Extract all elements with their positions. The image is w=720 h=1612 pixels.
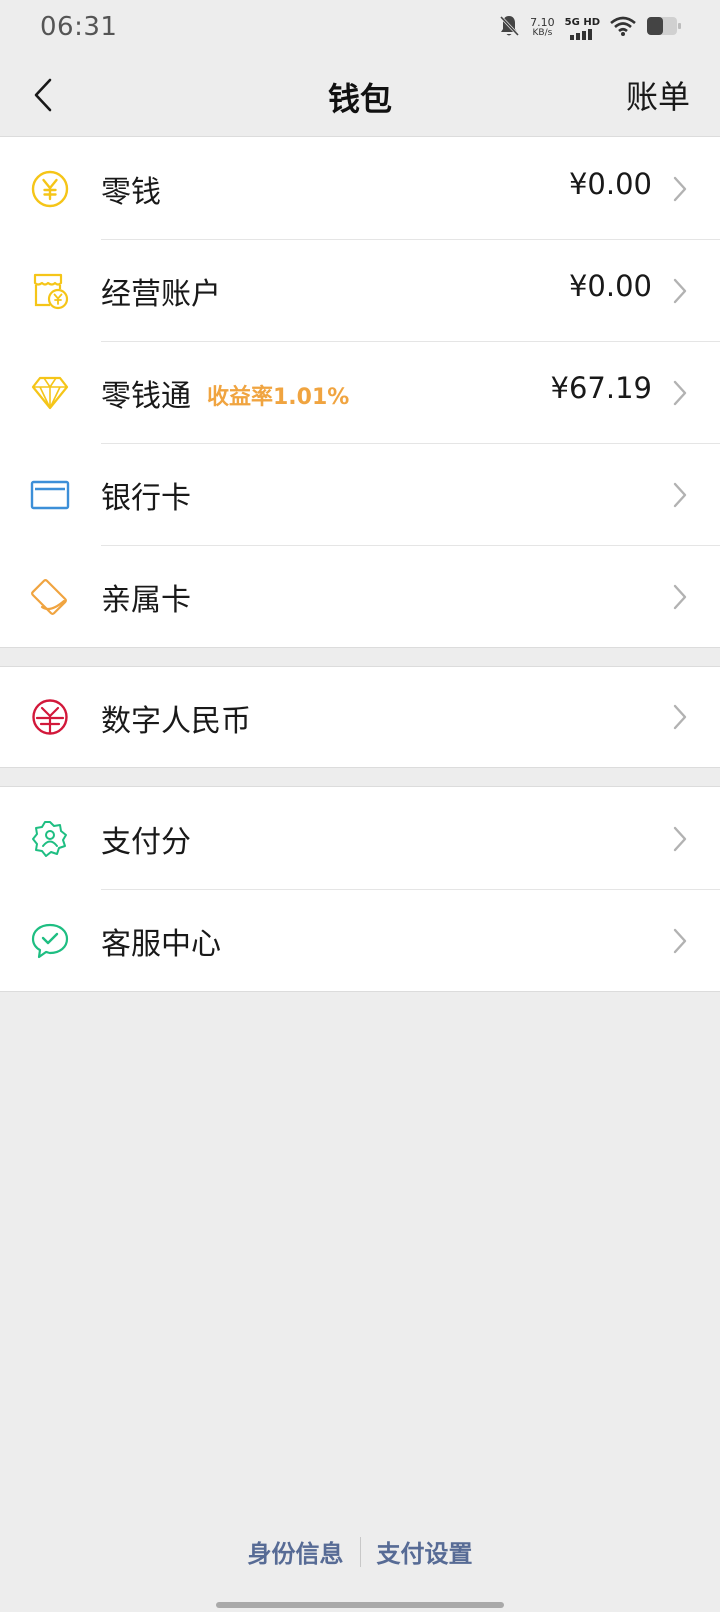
bell-muted-icon xyxy=(498,14,520,42)
service-item-label: 支付分 xyxy=(101,825,191,860)
net-speed-unit: KB/s xyxy=(532,28,553,38)
status-time: 06:31 xyxy=(40,12,118,42)
chevron-right-icon xyxy=(673,826,687,852)
wallet-item-lingqiantong[interactable]: 零钱通 收益率1.01% ¥67.19 xyxy=(0,341,720,443)
payment-settings-link[interactable]: 支付设置 xyxy=(361,1534,489,1569)
wallet-item-label: 银行卡 xyxy=(101,481,191,516)
shop-account-icon xyxy=(30,271,70,311)
pay-score-icon xyxy=(30,819,70,859)
chevron-right-icon xyxy=(673,482,687,508)
signal-group: 5G HD xyxy=(565,17,600,40)
bill-button[interactable]: 账单 xyxy=(626,72,690,118)
wallet-item-label: 零钱通 xyxy=(101,379,191,414)
service-item-label: 客服中心 xyxy=(101,927,221,962)
identity-info-link[interactable]: 身份信息 xyxy=(232,1534,360,1569)
net-speed-value: 7.10 xyxy=(530,16,555,29)
chevron-right-icon xyxy=(673,704,687,730)
battery-icon xyxy=(646,16,682,40)
network-label: 5G HD xyxy=(564,16,600,28)
wallet-item-label: 亲属卡 xyxy=(101,583,191,618)
customer-service-icon xyxy=(30,921,70,961)
yield-rate-badge: 收益率1.01% xyxy=(207,385,350,410)
chevron-right-icon xyxy=(673,928,687,954)
chevron-right-icon xyxy=(673,278,687,304)
wallet-item-bank-card[interactable]: 银行卡 xyxy=(0,443,720,545)
wallet-item-label: 经营账户 xyxy=(101,277,221,312)
nav-header: 钱包 账单 xyxy=(0,56,720,136)
family-card-icon xyxy=(30,577,70,617)
wifi-icon xyxy=(610,15,636,41)
bank-card-icon xyxy=(30,475,70,515)
wallet-item-value: ¥67.19 xyxy=(550,371,652,405)
net-speed: 7.10 KB/s xyxy=(530,17,555,39)
wallet-item-business-account[interactable]: 经营账户 ¥0.00 xyxy=(0,239,720,341)
digital-rmb-item[interactable]: 数字人民币 xyxy=(0,667,720,767)
wallet-item-change[interactable]: 零钱 ¥0.00 xyxy=(0,137,720,239)
service-item-pay-score[interactable]: 支付分 xyxy=(0,787,720,889)
service-group: 支付分 客服中心 xyxy=(0,786,720,992)
digital-rmb-label: 数字人民币 xyxy=(101,704,251,739)
chevron-right-icon xyxy=(673,584,687,610)
home-indicator[interactable] xyxy=(216,1602,504,1608)
wallet-item-value: ¥0.00 xyxy=(568,269,652,303)
digital-rmb-group: 数字人民币 xyxy=(0,666,720,768)
signal-icon xyxy=(570,28,593,40)
digital-rmb-icon xyxy=(30,697,70,737)
diamond-icon xyxy=(30,373,70,413)
status-icons: 7.10 KB/s 5G HD xyxy=(498,14,682,42)
wallet-item-family-card[interactable]: 亲属卡 xyxy=(0,545,720,647)
service-item-customer-service[interactable]: 客服中心 xyxy=(0,889,720,991)
page-title: 钱包 xyxy=(327,80,392,118)
yuan-coin-icon xyxy=(30,169,70,209)
status-bar: 06:31 7.10 KB/s 5G HD xyxy=(0,0,720,56)
chevron-right-icon xyxy=(673,176,687,202)
wallet-item-value: ¥0.00 xyxy=(568,167,652,201)
footer-links: 身份信息 支付设置 xyxy=(0,1534,720,1569)
chevron-right-icon xyxy=(673,380,687,406)
wallet-item-label: 零钱 xyxy=(101,175,161,210)
wallet-group: 零钱 ¥0.00 经营账户 ¥0.00 零钱通 收益率1.01% ¥67.19 … xyxy=(0,136,720,648)
